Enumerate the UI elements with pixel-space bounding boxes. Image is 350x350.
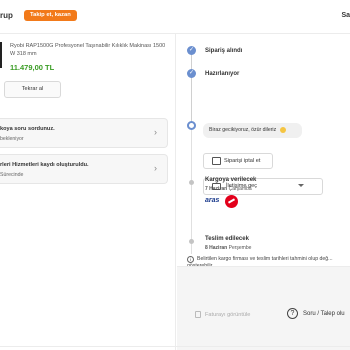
- question-icon: ?: [287, 308, 298, 319]
- chevron-down-icon: [298, 184, 304, 187]
- chevron-right-icon: ›: [154, 127, 157, 137]
- divider: [0, 346, 350, 347]
- header-title: rup: [0, 11, 13, 20]
- header-right-text[interactable]: Sa: [341, 12, 350, 19]
- aras-cargo-logo: aras: [205, 195, 241, 209]
- order-actions-bar: Faturayı görüntüle ? Soru / Talep olu: [177, 266, 350, 350]
- timeline-line: [191, 50, 192, 124]
- card-title: rleri Hizmetleri kaydı oluşturuldu.: [0, 162, 89, 168]
- view-invoice-button[interactable]: Faturayı görüntüle: [195, 311, 250, 318]
- smile-emoji-icon: [279, 126, 286, 133]
- step-order-received: Sipariş alındı: [205, 48, 243, 54]
- card-subtitle: bekleniyor: [0, 136, 24, 142]
- step-delivery: Teslim edilecek: [205, 236, 249, 242]
- delay-message-text: Biraz gecikiyoruz, özür dileriz: [209, 127, 277, 133]
- chevron-right-icon: ›: [154, 163, 157, 173]
- box-icon: [212, 157, 221, 165]
- carrier-name: aras: [205, 197, 220, 204]
- delivery-date-value: 8 Haziran: [205, 245, 228, 251]
- left-panel: Ryobi RAP1500G Profesyonel Taşınabilir K…: [0, 34, 176, 350]
- question-request-button[interactable]: ? Soru / Talep olu: [287, 308, 345, 319]
- step-preparing: Hazırlanıyor: [205, 71, 240, 77]
- info-icon: i: [187, 256, 194, 263]
- service-record-card[interactable]: rleri Hizmetleri kaydı oluşturuldu. Süre…: [0, 154, 168, 184]
- question-request-label: Soru / Talep olu: [303, 311, 345, 318]
- document-icon: [195, 311, 201, 318]
- seller-question-card[interactable]: koya soru sordunuz. bekleniyor ›: [0, 118, 168, 148]
- order-detail-page: rup Takip et, kazan Sa Ryobi RAP1500G Pr…: [0, 0, 350, 350]
- follow-earn-badge[interactable]: Takip et, kazan: [24, 10, 77, 21]
- cancel-order-button[interactable]: Siparişi iptal et: [203, 153, 273, 169]
- product-image[interactable]: [0, 42, 2, 68]
- pending-step-icon: [189, 180, 194, 185]
- view-invoice-label: Faturayı görüntüle: [205, 311, 251, 318]
- check-icon: ✓: [187, 69, 196, 78]
- aras-logo-icon: [225, 195, 238, 208]
- check-icon: ✓: [187, 46, 196, 55]
- product-price: 11.479,00 TL: [10, 63, 55, 72]
- current-step-icon: [187, 121, 196, 130]
- order-status-panel: ✓ Sipariş alındı ✓ Hazırlanıyor Biraz ge…: [177, 34, 350, 350]
- delivery-date-day: Perşembe: [228, 245, 252, 251]
- ship-date-value: 7 Haziran: [205, 186, 228, 192]
- step-to-carrier: Kargoya verilecek: [205, 177, 257, 183]
- ship-date-day: Çarşamba: [228, 186, 252, 192]
- product-name[interactable]: Ryobi RAP1500G Profesyonel Taşınabilir K…: [10, 42, 170, 58]
- delivery-date: 8 Haziran Perşembe: [205, 245, 251, 251]
- ship-date: 7 Haziran Çarşamba: [205, 186, 252, 192]
- card-subtitle: Sürecinde: [0, 172, 24, 178]
- delay-message: Biraz gecikiyoruz, özür dileriz: [203, 123, 302, 138]
- header-bar: rup Takip et, kazan Sa: [0, 0, 350, 34]
- buy-again-button[interactable]: Tekrar al: [4, 81, 61, 98]
- card-title: koya soru sordunuz.: [0, 126, 55, 132]
- pending-step-icon: [189, 239, 194, 244]
- cancel-order-label: Siparişi iptal et: [224, 158, 261, 164]
- timeline-line: [191, 126, 192, 254]
